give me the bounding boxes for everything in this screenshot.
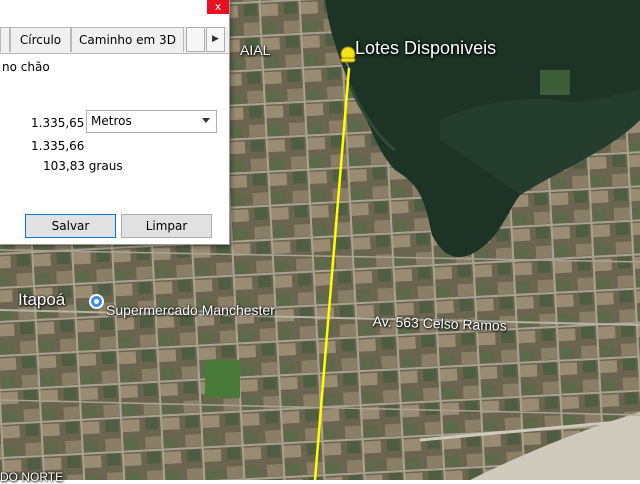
ruler-dialog: x Círculo Caminho em 3D ▶ no chão 1.335,… — [0, 0, 230, 245]
city-label[interactable]: Itapoá — [18, 290, 65, 310]
length-value: 1.335,65 — [31, 116, 85, 130]
tab-caminho-3d[interactable]: Caminho em 3D — [71, 27, 184, 52]
close-icon[interactable]: x — [207, 0, 229, 14]
dialog-titlebar[interactable]: x — [0, 0, 229, 16]
unit-select[interactable]: Metros — [86, 110, 217, 133]
tab-circulo[interactable]: Círculo — [10, 27, 71, 52]
tab-strip: Círculo Caminho em 3D ▶ — [0, 27, 229, 54]
shopping-pin-icon[interactable] — [89, 294, 104, 309]
poi-label[interactable]: Supermercado Manchester — [106, 302, 275, 318]
heading-value: 103,83 graus — [43, 159, 123, 173]
tab-scroll-left-icon[interactable] — [186, 27, 205, 52]
clear-button[interactable]: Limpar — [121, 214, 212, 238]
ground-text: no chão — [2, 60, 50, 74]
chevron-down-icon — [202, 118, 210, 123]
pin-label[interactable]: Lotes Disponiveis — [355, 38, 496, 59]
tab-hidden[interactable] — [0, 27, 10, 52]
unit-select-value: Metros — [91, 114, 132, 128]
partial-place-label: AIAL — [240, 42, 271, 58]
ground-length-value: 1.335,66 — [31, 139, 85, 153]
tab-scroll-right-icon[interactable]: ▶ — [206, 27, 225, 52]
save-button[interactable]: Salvar — [25, 214, 116, 238]
partial-region-label: DO NORTE — [0, 470, 64, 484]
